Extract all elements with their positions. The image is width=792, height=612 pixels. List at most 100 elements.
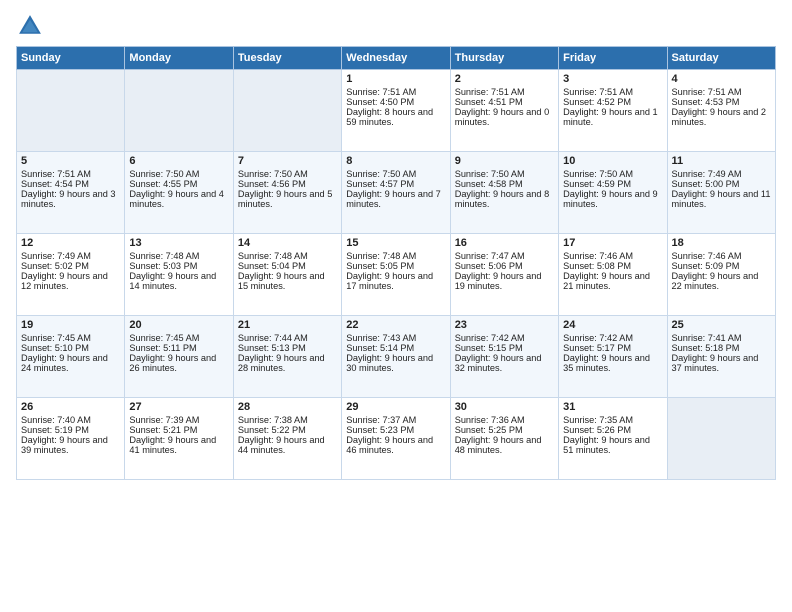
calendar-week-row: 26Sunrise: 7:40 AMSunset: 5:19 PMDayligh… [17,398,776,480]
cell-content-line: Daylight: 9 hours and 26 minutes. [129,353,228,373]
cell-content-line: Sunrise: 7:50 AM [346,169,445,179]
cell-content-line: Sunrise: 7:41 AM [672,333,771,343]
day-number: 5 [21,155,120,167]
cell-content-line: Sunrise: 7:37 AM [346,415,445,425]
header-row [16,12,776,40]
calendar-cell: 17Sunrise: 7:46 AMSunset: 5:08 PMDayligh… [559,234,667,316]
cell-content-line: Sunset: 5:21 PM [129,425,228,435]
cell-content-line: Sunrise: 7:40 AM [21,415,120,425]
cell-content-line: Sunset: 5:03 PM [129,261,228,271]
day-number: 28 [238,401,337,413]
cell-content-line: Sunrise: 7:35 AM [563,415,662,425]
cell-content-line: Daylight: 9 hours and 4 minutes. [129,189,228,209]
cell-content-line: Daylight: 9 hours and 28 minutes. [238,353,337,373]
cell-content-line: Daylight: 9 hours and 44 minutes. [238,435,337,455]
calendar-cell: 13Sunrise: 7:48 AMSunset: 5:03 PMDayligh… [125,234,233,316]
cell-content-line: Sunrise: 7:48 AM [238,251,337,261]
calendar-cell: 28Sunrise: 7:38 AMSunset: 5:22 PMDayligh… [233,398,341,480]
cell-content-line: Sunrise: 7:48 AM [346,251,445,261]
calendar-cell: 26Sunrise: 7:40 AMSunset: 5:19 PMDayligh… [17,398,125,480]
day-number: 27 [129,401,228,413]
cell-content-line: Sunrise: 7:46 AM [563,251,662,261]
day-number: 13 [129,237,228,249]
cell-content-line: Sunset: 5:10 PM [21,343,120,353]
calendar-cell: 2Sunrise: 7:51 AMSunset: 4:51 PMDaylight… [450,70,558,152]
calendar-cell: 22Sunrise: 7:43 AMSunset: 5:14 PMDayligh… [342,316,450,398]
cell-content-line: Sunset: 5:04 PM [238,261,337,271]
cell-content-line: Sunset: 5:18 PM [672,343,771,353]
cell-content-line: Sunset: 5:08 PM [563,261,662,271]
cell-content-line: Sunrise: 7:51 AM [455,87,554,97]
weekday-header-friday: Friday [559,47,667,70]
cell-content-line: Sunset: 4:53 PM [672,97,771,107]
calendar-cell: 30Sunrise: 7:36 AMSunset: 5:25 PMDayligh… [450,398,558,480]
cell-content-line: Sunset: 5:22 PM [238,425,337,435]
calendar-cell: 24Sunrise: 7:42 AMSunset: 5:17 PMDayligh… [559,316,667,398]
day-number: 30 [455,401,554,413]
calendar-cell: 21 Sunrise: 7:44 AMSunset: 5:13 PMDayligh… [233,316,341,398]
day-number: 3 [563,73,662,85]
weekday-header-thursday: Thursday [450,47,558,70]
cell-content-line: Sunrise: 7:49 AM [21,251,120,261]
cell-content-line: Daylight: 9 hours and 32 minutes. [455,353,554,373]
cell-content-line: Sunrise: 7:50 AM [238,169,337,179]
day-number: 2 [455,73,554,85]
cell-content-line: Sunset: 4:58 PM [455,179,554,189]
calendar-cell: 15Sunrise: 7:48 AMSunset: 5:05 PMDayligh… [342,234,450,316]
cell-content-line: Daylight: 9 hours and 48 minutes. [455,435,554,455]
cell-content-line: Daylight: 9 hours and 5 minutes. [238,189,337,209]
calendar-week-row: 12Sunrise: 7:49 AMSunset: 5:02 PMDayligh… [17,234,776,316]
cell-content-line: Sunrise: 7:48 AM [129,251,228,261]
day-number: 21 [238,319,337,331]
calendar-week-row: 5 Sunrise: 7:51 AMSunset: 4:54 PM Daylight… [17,152,776,234]
cell-content-line: Sunrise: 7:51 AM [346,87,445,97]
cell-content-line: Daylight: 9 hours and 19 minutes. [455,271,554,291]
cell-content-line: Sunset: 5:00 PM [672,179,771,189]
day-number: 9 [455,155,554,167]
day-number: 10 [563,155,662,167]
calendar-cell [125,70,233,152]
cell-content-line: Sunrise: 7:36 AM [455,415,554,425]
calendar-cell: 23Sunrise: 7:42 AMSunset: 5:15 PMDayligh… [450,316,558,398]
calendar-cell: 8 Sunrise: 7:50 AMSunset: 4:57 PMDaylight… [342,152,450,234]
cell-content-line: Sunset: 5:13 PM [238,343,337,353]
cell-content-line: Sunset: 5:23 PM [346,425,445,435]
day-number: 31 [563,401,662,413]
cell-content-line: Sunrise: 7:50 AM [129,169,228,179]
cell-content-line: Sunset: 4:54 PM [21,179,120,189]
calendar-cell [233,70,341,152]
cell-content-line: Daylight: 9 hours and 46 minutes. [346,435,445,455]
calendar-cell: 25Sunrise: 7:41 AMSunset: 5:18 PMDayligh… [667,316,775,398]
cell-content-line: Sunrise: 7:50 AM [563,169,662,179]
cell-content-line: Sunset: 4:56 PM [238,179,337,189]
cell-content-line: Sunset: 4:57 PM [346,179,445,189]
cell-content-line: Sunrise: 7:51 AM [672,87,771,97]
cell-content-line: Sunrise: 7:51 AM [21,169,120,179]
calendar-cell: 20Sunrise: 7:45 AMSunset: 5:11 PMDayligh… [125,316,233,398]
calendar-cell [17,70,125,152]
cell-content-line: Daylight: 9 hours and 51 minutes. [563,435,662,455]
cell-content-line: Daylight: 9 hours and 12 minutes. [21,271,120,291]
cell-content-line: Daylight: 9 hours and 22 minutes. [672,271,771,291]
day-number: 16 [455,237,554,249]
cell-content-line: Sunrise: 7:44 AM [238,333,337,343]
calendar-week-row: 1Sunrise: 7:51 AMSunset: 4:50 PMDaylight… [17,70,776,152]
cell-content-line: Sunset: 5:02 PM [21,261,120,271]
cell-content-line: Sunrise: 7:43 AM [346,333,445,343]
calendar-cell: 4Sunrise: 7:51 AMSunset: 4:53 PMDaylight… [667,70,775,152]
cell-content-line: Daylight: 9 hours and 11 minutes. [672,189,771,209]
day-number: 4 [672,73,771,85]
cell-content-line: Daylight: 9 hours and 21 minutes. [563,271,662,291]
calendar-cell: 19Sunrise: 7:45 AMSunset: 5:10 PMDayligh… [17,316,125,398]
calendar-header: SundayMondayTuesdayWednesdayThursdayFrid… [17,47,776,70]
cell-content-line: Daylight: 8 hours and 59 minutes. [346,107,445,127]
cell-content-line: Sunrise: 7:50 AM [455,169,554,179]
cell-content-line: Daylight: 9 hours and 39 minutes. [21,435,120,455]
cell-content-line: Daylight: 9 hours and 7 minutes. [346,189,445,209]
day-number: 8 [346,155,445,167]
day-number: 26 [21,401,120,413]
cell-content-line: Sunrise: 7:42 AM [455,333,554,343]
calendar-cell: 9Sunrise: 7:50 AMSunset: 4:58 PMDaylight… [450,152,558,234]
weekday-header-monday: Monday [125,47,233,70]
cell-content-line: Daylight: 9 hours and 0 minutes. [455,107,554,127]
